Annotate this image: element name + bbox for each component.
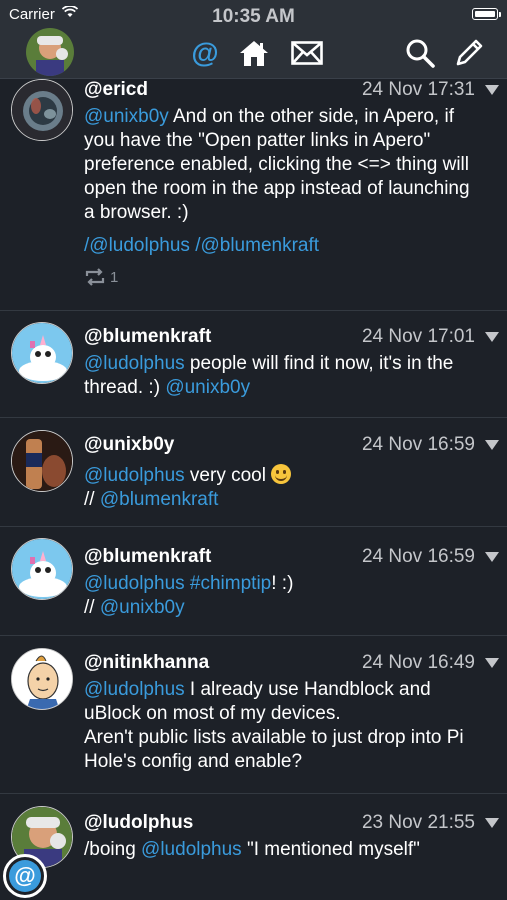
- post-text: "I mentioned myself": [241, 839, 420, 860]
- mention-link[interactable]: @ludolphus: [141, 839, 242, 860]
- status-bar: Carrier 10:35 AM: [0, 0, 507, 28]
- mentions-icon[interactable]: @: [188, 36, 222, 70]
- mention-link[interactable]: @ludolphus: [84, 679, 185, 700]
- post-item[interactable]: @nitinkhanna 24 Nov 16:49 @ludolphus I a…: [0, 636, 507, 794]
- thread-links[interactable]: /@ludolphus /@blumenkraft: [84, 234, 319, 258]
- avatar[interactable]: [11, 648, 73, 710]
- at-icon: @: [9, 860, 41, 892]
- post-item[interactable]: @ludolphus 23 Nov 21:55 /boing @ludolphu…: [0, 794, 507, 900]
- username[interactable]: @blumenkraft: [84, 546, 211, 568]
- chevron-down-icon[interactable]: [485, 332, 499, 342]
- username[interactable]: @nitinkhanna: [84, 652, 209, 674]
- post-time: 24 Nov 16:49: [361, 652, 475, 673]
- username[interactable]: @unixb0y: [84, 434, 174, 456]
- chevron-down-icon[interactable]: [485, 85, 499, 95]
- post-text: very cool: [184, 465, 272, 486]
- mention-link[interactable]: @unixb0y: [84, 106, 169, 127]
- post-item[interactable]: @blumenkraft 24 Nov 17:01 @ludolphus peo…: [0, 310, 507, 418]
- post-text-prefix: //: [84, 489, 100, 510]
- post-body: @ludolphus #chimptip! :) // @unixb0y: [84, 572, 485, 620]
- repost-button[interactable]: 1: [84, 267, 118, 287]
- compose-icon[interactable]: [452, 36, 486, 70]
- post-time: 24 Nov 16:59: [361, 434, 475, 455]
- chevron-down-icon[interactable]: [485, 552, 499, 562]
- mention-link[interactable]: @blumenkraft: [100, 489, 219, 510]
- post-item[interactable]: @blumenkraft 24 Nov 16:59 @ludolphus #ch…: [0, 527, 507, 636]
- mention-link[interactable]: @ludolphus: [84, 465, 185, 486]
- repost-icon: [85, 268, 105, 286]
- timeline[interactable]: @ericd 24 Nov 17:31 @unixb0y And on the …: [0, 79, 507, 900]
- search-icon[interactable]: [403, 36, 437, 70]
- smile-emoji-icon: [271, 464, 292, 484]
- battery-icon: [472, 8, 501, 20]
- post-text: ! :): [271, 573, 294, 594]
- chevron-down-icon[interactable]: [485, 818, 499, 828]
- post-text-prefix: /boing: [84, 839, 142, 860]
- clock: 10:35 AM: [212, 6, 295, 27]
- home-icon[interactable]: [237, 36, 271, 70]
- post-time: 24 Nov 17:01: [361, 326, 475, 347]
- post-body: @ludolphus I already use Handblock and u…: [84, 678, 485, 774]
- post-body: @unixb0y And on the other side, in Apero…: [84, 105, 485, 225]
- post-body: @ludolphus people will find it now, it's…: [84, 352, 485, 400]
- username[interactable]: @ericd: [84, 79, 148, 101]
- chevron-down-icon[interactable]: [485, 658, 499, 668]
- post-time: 24 Nov 16:59: [361, 546, 475, 567]
- mention-link[interactable]: @ludolphus: [84, 573, 185, 594]
- avatar[interactable]: [11, 538, 73, 600]
- nav-bar: @: [0, 28, 507, 78]
- hashtag-link[interactable]: #chimptip: [185, 573, 271, 594]
- post-time: 23 Nov 21:55: [361, 812, 475, 833]
- avatar[interactable]: [11, 430, 73, 492]
- username[interactable]: @blumenkraft: [84, 326, 211, 348]
- username[interactable]: @ludolphus: [84, 812, 193, 834]
- post-body: /boing @ludolphus "I mentioned myself": [84, 838, 485, 862]
- post-text-prefix: //: [84, 597, 100, 618]
- mail-icon[interactable]: [290, 36, 324, 70]
- top-bar: Carrier 10:35 AM @: [0, 0, 507, 79]
- chevron-down-icon[interactable]: [485, 440, 499, 450]
- post-item[interactable]: @unixb0y 24 Nov 16:59 @ludolphus very co…: [0, 418, 507, 527]
- avatar[interactable]: [11, 79, 73, 141]
- mention-link[interactable]: @unixb0y: [165, 377, 250, 398]
- profile-avatar[interactable]: [26, 28, 74, 76]
- post-time: 24 Nov 17:31: [361, 79, 475, 100]
- mention-link[interactable]: @unixb0y: [100, 597, 185, 618]
- post-item[interactable]: @ericd 24 Nov 17:31 @unixb0y And on the …: [0, 79, 507, 311]
- mention-link[interactable]: @ludolphus: [84, 353, 185, 374]
- post-body: @ludolphus very cool // @blumenkraft: [84, 464, 485, 512]
- mentions-fab-button[interactable]: @: [3, 854, 47, 898]
- repost-count: 1: [110, 268, 119, 286]
- avatar[interactable]: [11, 322, 73, 384]
